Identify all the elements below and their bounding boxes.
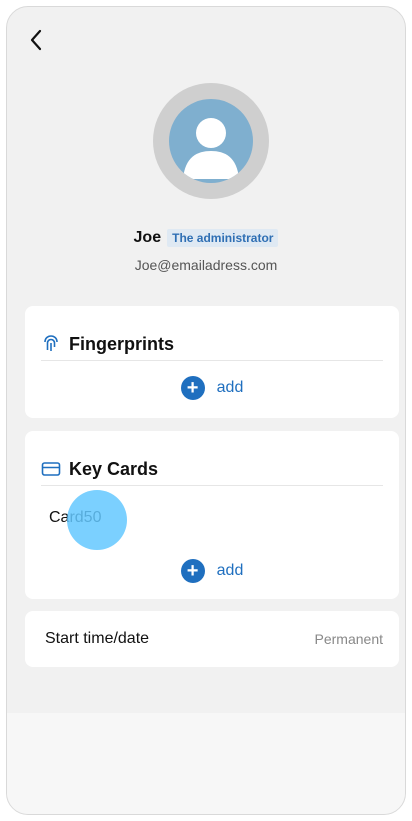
plus-icon: + xyxy=(180,376,205,400)
add-fingerprint-label: add xyxy=(216,379,244,396)
bottom-area xyxy=(7,713,405,814)
fingerprint-icon xyxy=(44,335,58,351)
add-key-card-button[interactable]: + add xyxy=(25,559,399,583)
key-cards-card: Key Cards Card50 + add xyxy=(25,431,399,599)
key-card-item[interactable]: Card50 xyxy=(49,509,101,527)
start-time-label: Start time/date xyxy=(45,630,150,647)
chevron-left-icon xyxy=(30,29,42,51)
role-badge: The administrator xyxy=(167,229,279,247)
key-cards-title: Key Cards xyxy=(69,458,159,479)
fingerprints-header: Fingerprints xyxy=(41,328,383,361)
fingerprints-card: Fingerprints + add xyxy=(25,306,399,418)
user-silhouette-icon xyxy=(169,99,253,183)
user-email: Joe@emailadress.com xyxy=(134,257,278,273)
add-fingerprint-button[interactable]: + add xyxy=(25,376,399,400)
user-name-row: Joe The administrator xyxy=(7,229,405,247)
start-time-row[interactable]: Start time/date Permanent xyxy=(25,611,399,667)
fingerprints-title: Fingerprints xyxy=(69,333,175,354)
back-button[interactable] xyxy=(21,25,51,55)
add-key-card-label: add xyxy=(216,562,244,579)
key-cards-header: Key Cards xyxy=(41,453,383,486)
start-time-value: Permanent xyxy=(314,631,383,647)
user-name: Joe xyxy=(133,229,162,246)
card-icon xyxy=(41,462,61,476)
avatar[interactable] xyxy=(153,83,269,199)
phone-frame: Joe The administrator Joe@emailadress.co… xyxy=(6,6,406,815)
plus-icon: + xyxy=(180,559,205,583)
